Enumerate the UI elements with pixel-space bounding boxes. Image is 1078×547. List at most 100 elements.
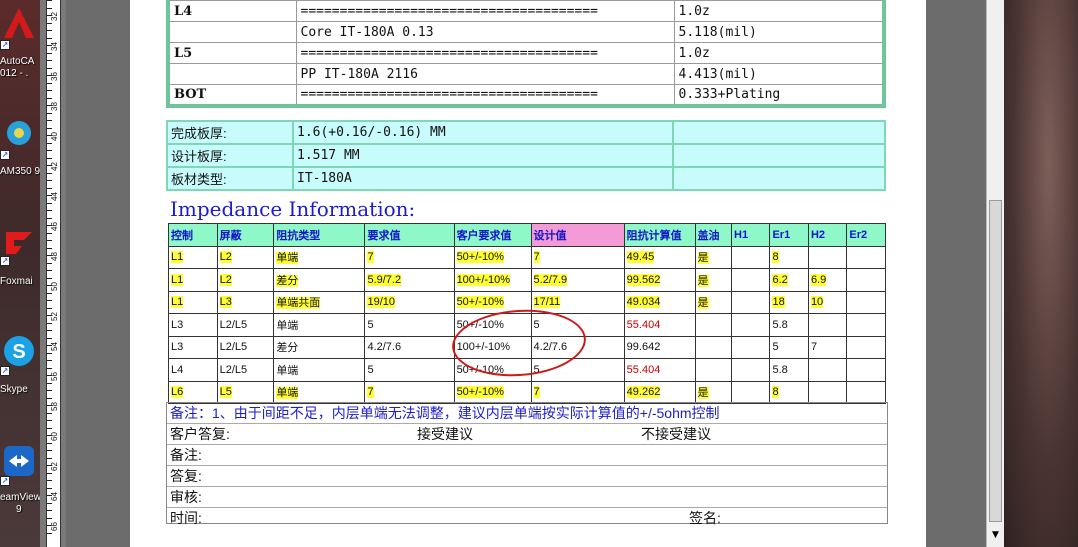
impedance-cell[interactable]: 单端 — [273, 313, 366, 337]
impedance-header-cell[interactable]: 阻抗类型 — [273, 223, 366, 247]
impedance-cell[interactable]: 5 — [769, 335, 809, 359]
scroll-down-arrow-icon[interactable]: ▼ — [989, 528, 1002, 543]
remark-line[interactable]: 备注: — [167, 445, 887, 466]
review-line[interactable]: 审核: — [167, 487, 887, 508]
impedance-cell[interactable]: L3 — [168, 313, 218, 337]
impedance-header-cell[interactable]: Er1 — [769, 223, 809, 247]
impedance-cell[interactable] — [694, 313, 733, 337]
time-label[interactable]: 时间: — [170, 510, 202, 526]
stackup-material-cell[interactable]: PP IT-180A 2116 — [295, 63, 675, 85]
impedance-header-cell[interactable]: H2 — [807, 223, 848, 247]
impedance-cell[interactable] — [730, 380, 771, 404]
stackup-thickness-cell[interactable]: 1.0z — [673, 0, 885, 22]
impedance-header-cell[interactable]: H1 — [730, 223, 771, 247]
impedance-cell[interactable]: 55.404 — [623, 358, 696, 382]
impedance-cell[interactable] — [807, 313, 848, 337]
impedance-cell[interactable]: L2/L5 — [216, 358, 275, 382]
impedance-cell[interactable]: L6 — [168, 380, 218, 404]
impedance-header-cell[interactable]: Er2 — [846, 223, 886, 247]
impedance-cell[interactable]: L4 — [168, 358, 218, 382]
impedance-cell[interactable] — [807, 358, 848, 382]
impedance-cell[interactable] — [694, 358, 733, 382]
impedance-cell[interactable]: 49.45 — [623, 245, 696, 269]
impedance-cell[interactable]: 99.562 — [623, 268, 696, 292]
impedance-header-cell[interactable]: 盖油 — [694, 223, 733, 247]
impedance-cell[interactable]: 差分 — [273, 268, 366, 292]
sign-label[interactable]: 签名: — [689, 508, 721, 529]
impedance-cell[interactable] — [730, 313, 771, 337]
stackup-material-cell[interactable]: ====================================== — [295, 84, 675, 106]
impedance-cell[interactable]: L3 — [216, 290, 275, 314]
impedance-cell[interactable] — [846, 313, 886, 337]
impedance-cell[interactable] — [846, 245, 886, 269]
stackup-layer-cell[interactable] — [167, 21, 297, 43]
skype-shortcut[interactable]: S ↗ Skype — [0, 330, 40, 400]
impedance-header-cell[interactable]: 控制 — [168, 223, 218, 247]
stackup-thickness-cell[interactable]: 0.333+Plating — [673, 84, 885, 106]
impedance-cell[interactable]: 单端 — [273, 380, 366, 404]
impedance-cell[interactable]: 100+/-10% — [453, 268, 532, 292]
impedance-cell[interactable] — [807, 245, 848, 269]
impedance-cell[interactable] — [730, 335, 771, 359]
impedance-cell[interactable]: 10 — [807, 290, 848, 314]
impedance-cell[interactable] — [846, 290, 886, 314]
reply-line[interactable]: 答复: — [167, 466, 887, 487]
scroll-thumb[interactable] — [989, 200, 1002, 522]
am350-shortcut[interactable]: ↗ AM350 9 — [0, 108, 40, 178]
impedance-cell[interactable] — [846, 268, 886, 292]
teamviewer-shortcut[interactable]: ↗ eamView 9 — [0, 440, 41, 520]
impedance-cell[interactable]: L2 — [216, 268, 275, 292]
impedance-cell[interactable]: 是 — [694, 290, 733, 314]
impedance-cell[interactable]: L1 — [168, 245, 218, 269]
impedance-cell[interactable]: L5 — [216, 380, 275, 404]
board-key-cell[interactable]: 设计板厚: — [166, 143, 294, 168]
stackup-material-cell[interactable]: ====================================== — [295, 42, 675, 64]
stackup-material-cell[interactable]: ====================================== — [295, 0, 675, 22]
impedance-cell[interactable]: 5.8 — [769, 358, 809, 382]
impedance-cell[interactable]: 5 — [364, 358, 455, 382]
impedance-cell[interactable] — [730, 358, 771, 382]
impedance-header-cell[interactable]: 屏蔽 — [216, 223, 275, 247]
stackup-thickness-cell[interactable]: 1.0z — [673, 42, 885, 64]
impedance-cell[interactable]: 7 — [364, 380, 455, 404]
board-empty-cell[interactable] — [672, 143, 886, 168]
impedance-cell[interactable]: 6.2 — [769, 268, 809, 292]
accept-option[interactable]: 接受建议 — [417, 424, 473, 445]
impedance-cell[interactable]: 4.2/7.6 — [364, 335, 455, 359]
impedance-cell[interactable]: 5.9/7.2 — [364, 268, 455, 292]
stackup-layer-cell[interactable] — [167, 63, 297, 85]
impedance-cell[interactable]: 是 — [694, 245, 733, 269]
impedance-cell[interactable] — [846, 358, 886, 382]
impedance-cell[interactable]: 50+/-10% — [453, 245, 532, 269]
impedance-cell[interactable] — [694, 335, 733, 359]
impedance-cell[interactable]: 7 — [530, 380, 625, 404]
stackup-thickness-cell[interactable]: 4.413(mil) — [673, 63, 885, 85]
reject-option[interactable]: 不接受建议 — [641, 424, 711, 445]
stackup-material-cell[interactable]: Core IT-180A 0.13 — [295, 21, 675, 43]
impedance-cell[interactable]: 8 — [769, 380, 809, 404]
board-empty-cell[interactable] — [672, 120, 886, 145]
board-key-cell[interactable]: 板材类型: — [166, 166, 294, 191]
foxmail-shortcut[interactable]: ↗ Foxmai — [0, 220, 40, 290]
impedance-header-cell[interactable]: 客户要求值 — [453, 223, 532, 247]
impedance-cell[interactable] — [730, 290, 771, 314]
impedance-cell[interactable]: L2/L5 — [216, 335, 275, 359]
impedance-cell[interactable]: L2 — [216, 245, 275, 269]
impedance-cell[interactable]: 单端 — [273, 358, 366, 382]
board-empty-cell[interactable] — [672, 166, 886, 191]
impedance-cell[interactable]: 6.9 — [807, 268, 848, 292]
impedance-cell[interactable]: L3 — [168, 335, 218, 359]
stackup-layer-cell[interactable]: L5 — [167, 42, 297, 64]
impedance-cell[interactable] — [846, 380, 886, 404]
autocad-shortcut[interactable]: ↗ AutoCA 012 - . — [0, 0, 40, 80]
impedance-cell[interactable]: 19/10 — [364, 290, 455, 314]
impedance-cell[interactable]: L2/L5 — [216, 313, 275, 337]
impedance-cell[interactable]: 18 — [769, 290, 809, 314]
impedance-cell[interactable]: 7 — [364, 245, 455, 269]
impedance-cell[interactable] — [730, 268, 771, 292]
impedance-header-cell[interactable]: 阻抗计算值 — [623, 223, 696, 247]
impedance-cell[interactable] — [846, 335, 886, 359]
stackup-layer-cell[interactable]: BOT — [167, 84, 297, 106]
impedance-cell[interactable]: L1 — [168, 290, 218, 314]
impedance-cell[interactable]: 50+/-10% — [453, 380, 532, 404]
